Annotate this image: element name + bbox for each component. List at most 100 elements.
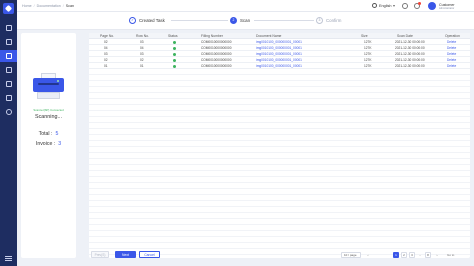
cell-page-no: 01 [104, 64, 108, 68]
collapse-menu-icon[interactable] [5, 256, 12, 261]
success-status-icon [173, 40, 176, 44]
invoice-label: Invoice [35, 141, 53, 147]
sidebar-item-home[interactable] [0, 22, 17, 34]
delete-link[interactable]: Delete [447, 58, 456, 62]
sidebar-item-reports[interactable] [0, 78, 17, 90]
sidebar-item-documents[interactable] [0, 36, 17, 48]
col-page-no: Page No. [100, 34, 115, 38]
success-status-icon [173, 64, 176, 68]
invoice-count: Invoice :3 [35, 141, 62, 147]
scanner-illustration-icon [33, 73, 64, 100]
cell-filling-number: COM0010000000000 [201, 52, 232, 56]
cell-scan-date: 2021-12-30 00:00:00 [395, 52, 425, 56]
breadcrumb-current: Scan [65, 3, 74, 8]
home-icon [5, 25, 12, 31]
invoice-value: 3 [58, 141, 62, 147]
pagination-page-3[interactable]: 3 [409, 252, 415, 258]
sidebar-item-folders[interactable] [0, 64, 17, 76]
delete-link[interactable]: Delete [447, 52, 456, 56]
cell-size: 127K [364, 64, 372, 68]
success-status-icon [173, 52, 176, 56]
step-label: Confirm [326, 17, 342, 23]
cell-document-name-link[interactable]: img0010100_000000001_00001 [256, 46, 302, 50]
language-label: English [379, 3, 392, 8]
user-role: Administrator [439, 6, 455, 10]
cell-size: 127K [364, 46, 372, 50]
cell-size: 127K [364, 40, 372, 44]
col-filling-number: Filling Number [201, 34, 223, 38]
col-size: Size [361, 34, 368, 38]
cell-document-name-link[interactable]: img0010100_000000001_00001 [256, 40, 302, 44]
sidebar-item-settings[interactable] [0, 106, 17, 118]
cell-filling-number: COM0010000000000 [201, 40, 232, 44]
cell-row-no: 03 [140, 52, 144, 56]
cell-scan-date: 2021-12-30 00:00:00 [395, 64, 425, 68]
cell-row-no: 02 [140, 58, 144, 62]
cell-page-no: 02 [104, 40, 108, 44]
sidebar-item-archive[interactable] [0, 92, 17, 104]
cell-filling-number: COM0010000000000 [201, 46, 232, 50]
step-number: 2 [230, 16, 237, 24]
cell-document-name-link[interactable]: img0010100_000000001_00001 [256, 58, 302, 62]
scanning-status: Scanning... [35, 114, 62, 120]
page-size-select[interactable]: 10 / page [341, 252, 361, 258]
next-button[interactable]: Next [115, 251, 136, 258]
cell-page-no: 03 [104, 52, 108, 56]
total-label: Total [38, 131, 50, 137]
archive-icon [5, 95, 12, 101]
pagination-prev[interactable]: ‹ [365, 252, 371, 258]
sidebar-item-scan[interactable] [0, 50, 17, 62]
col-operation: Operation [445, 34, 460, 38]
col-status: Status [168, 34, 178, 38]
delete-link[interactable]: Delete [447, 64, 456, 68]
breadcrumb-home[interactable]: Home [22, 4, 32, 8]
breadcrumb-documentation[interactable]: Documentation [37, 4, 61, 8]
pagination-next[interactable]: › [434, 252, 440, 258]
report-icon [5, 81, 12, 87]
globe-icon [372, 3, 377, 8]
cell-document-name-link[interactable]: img0010100_000000001_00001 [256, 52, 302, 56]
col-row-no: Row No. [136, 34, 150, 38]
cell-row-no: 01 [140, 64, 144, 68]
step-label: Scan [240, 17, 251, 23]
cell-page-no: 04 [104, 46, 108, 50]
col-document-name: Document Name [256, 34, 282, 38]
cell-size: 127K [364, 52, 372, 56]
step-label: Created Task [139, 17, 165, 23]
app-logo[interactable] [3, 3, 14, 14]
cell-filling-number: COM0010000000000 [201, 64, 232, 68]
delete-link[interactable]: Delete [447, 40, 456, 44]
delete-link[interactable]: Delete [447, 46, 456, 50]
cell-document-name-link[interactable]: img0010100_000000001_00001 [256, 64, 302, 68]
cell-size: 127K [364, 58, 372, 62]
settings-icon [5, 109, 12, 115]
success-status-icon [173, 46, 176, 50]
step-scan: 2 Scan [230, 16, 251, 24]
cell-filling-number: COM0010000000000 [201, 58, 232, 62]
success-status-icon [173, 58, 176, 62]
check-icon: ✓ [129, 16, 136, 24]
pagination-next-hidden [378, 252, 384, 258]
prev-button[interactable]: Prev(S) [91, 251, 109, 258]
breadcrumb: Home / Documentation / Scan [22, 3, 74, 8]
cell-scan-date: 2021-12-30 00:00:00 [395, 40, 425, 44]
pagination-page-2[interactable]: 2 [401, 252, 407, 258]
goto-label: Go to [447, 252, 455, 257]
avatar[interactable] [428, 2, 436, 10]
page-size-value: 10 / page [344, 253, 357, 257]
cell-page-no: 02 [104, 58, 108, 62]
step-confirm: 3 Confirm [316, 16, 342, 24]
language-selector[interactable]: English [372, 3, 396, 8]
pagination-page-1[interactable]: 1 [393, 252, 399, 258]
cancel-button[interactable]: Cancel [139, 251, 160, 258]
scan-results-table: Page No. Row No. Status Filling Number D… [89, 33, 470, 258]
scan-icon [5, 53, 12, 59]
sidebar [0, 0, 17, 266]
help-icon[interactable] [402, 3, 408, 9]
cell-scan-date: 2021-12-30 00:00:00 [395, 58, 425, 62]
cell-row-no: 03 [140, 40, 144, 44]
scanner-connection-status: Scanner(SP) Connected [33, 108, 64, 112]
cell-row-no: 04 [140, 46, 144, 50]
scanner-panel: Scanner(SP) Connected Scanning... Total … [21, 33, 76, 258]
pagination-page-8[interactable]: 8 [425, 252, 431, 258]
